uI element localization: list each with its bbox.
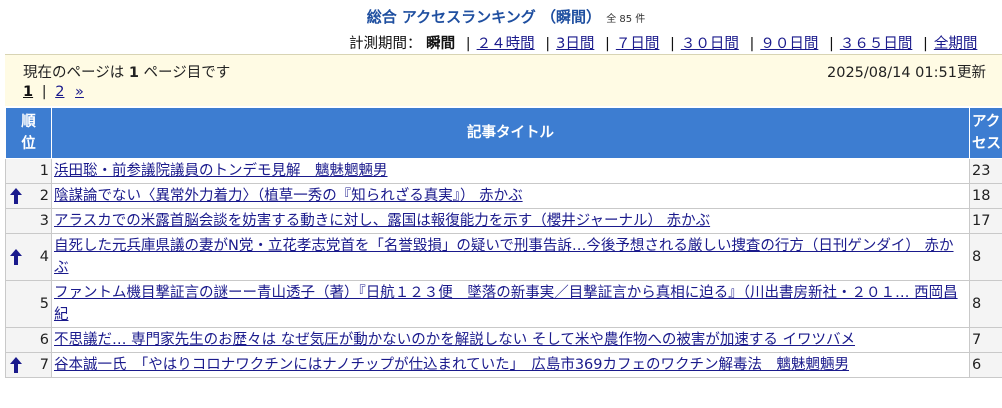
- access-count: 18: [969, 183, 1002, 209]
- access-count: 8: [969, 233, 1002, 281]
- rank-cell: 3: [5, 208, 52, 234]
- page-status-suffix: ページ目です: [138, 65, 231, 81]
- period-separator: |: [545, 36, 551, 52]
- rank-number: 4: [39, 249, 49, 265]
- article-title-link[interactable]: 陰謀論でない〈異常外力着力〉（植草一秀の『知られざる真実』） 赤かぶ: [54, 188, 523, 204]
- period-link-3d[interactable]: 3日間: [556, 36, 594, 52]
- rank-cell: 4: [5, 233, 52, 281]
- pager-next[interactable]: »: [75, 84, 84, 100]
- rank-up-arrow-icon: [10, 357, 22, 373]
- title-column-header: 記事タイトル: [51, 107, 970, 159]
- pager-page-2[interactable]: 2: [55, 84, 64, 100]
- table-row: 5 ファントム機目撃証言の謎ーー青山透子（著）『日航１２３便 墜落の新事実／目撃証…: [5, 280, 1002, 328]
- title-cell: 不思議だ… 専門家先生のお歴々は なぜ気圧が動かないのかを解説しない そして米や…: [51, 327, 970, 353]
- period-separator: |: [604, 36, 610, 52]
- access-count: 17: [969, 208, 1002, 234]
- rank-cell: 2: [5, 183, 52, 209]
- period-current: 瞬間: [426, 36, 456, 52]
- title-cell: 浜田聡・前参議院議員のトンデモ見解 魑魅魍魎男: [51, 158, 970, 184]
- rank-column-header: 順位: [5, 107, 52, 159]
- rank-number: 1: [39, 163, 49, 179]
- rank-cell: 1: [5, 158, 52, 184]
- article-title-link[interactable]: 不思議だ… 専門家先生のお歴々は なぜ気圧が動かないのかを解説しない そして米や…: [54, 332, 855, 348]
- article-title-link[interactable]: 浜田聡・前参議院議員のトンデモ見解 魑魅魍魎男: [54, 163, 388, 179]
- pager-separator: |: [41, 84, 47, 100]
- access-count: 8: [969, 280, 1002, 328]
- page-status-prefix: 現在のページは: [23, 65, 129, 81]
- ranking-table: 順位 記事タイトル アクセス 1 浜田聡・前参議院議員のトンデモ見解 魑魅魍魎男 2…: [5, 107, 1002, 378]
- total-count: 全 85 件: [606, 14, 646, 25]
- updated-timestamp: 2025/08/14 01:51更新: [827, 65, 986, 81]
- rank-cell: 7: [5, 352, 52, 378]
- title-cell: 陰謀論でない〈異常外力着力〉（植草一秀の『知られざる真実』） 赤かぶ: [51, 183, 970, 209]
- pager-current-page: 1: [23, 84, 34, 100]
- rank-header-label: 順位: [21, 114, 36, 152]
- rank-number: 5: [39, 296, 49, 312]
- access-column-header: アクセス: [969, 107, 1002, 159]
- table-row: 6 不思議だ… 専門家先生のお歴々は なぜ気圧が動かないのかを解説しない そして米…: [5, 327, 1002, 353]
- access-header-label: アクセス: [972, 114, 1001, 152]
- period-link-90d[interactable]: ９０日間: [760, 36, 818, 52]
- table-header-row: 順位 記事タイトル アクセス: [5, 107, 1002, 159]
- page-title: 総合 アクセスランキング （瞬間） 全 85 件: [0, 6, 1002, 27]
- table-row: 7 谷本誠一氏 「やはりコロナワクチンにはナノチップが仕込まれていた」 広島市36…: [5, 352, 1002, 378]
- period-separator: |: [922, 36, 928, 52]
- period-separator: |: [749, 36, 755, 52]
- rank-number: 2: [39, 188, 49, 204]
- period-separator: |: [669, 36, 675, 52]
- rank-number: 7: [39, 357, 49, 373]
- period-label: 計測期間：: [349, 36, 422, 52]
- access-count: 7: [969, 327, 1002, 353]
- table-row: 3 アラスカでの米露首脳会談を妨害する動きに対し、露国は報復能力を示す（櫻井ジャー…: [5, 208, 1002, 234]
- table-row: 2 陰謀論でない〈異常外力着力〉（植草一秀の『知られざる真実』） 赤かぶ 18: [5, 183, 1002, 209]
- rank-number: 6: [39, 332, 49, 348]
- article-title-link[interactable]: ファントム機目撃証言の謎ーー青山透子（著）『日航１２３便 墜落の新事実／目撃証言…: [54, 285, 958, 323]
- page-status: 現在のページは 1 ページ目です: [23, 61, 230, 82]
- page-info-box: 現在のページは 1 ページ目です 2025/08/14 01:51更新 1 | …: [5, 54, 1002, 106]
- rank-up-arrow-icon: [10, 249, 22, 265]
- article-title-link[interactable]: 自死した元兵庫県議の妻がN党・立花孝志党首を「名誉毀損」の疑いで刑事告訴…今後予…: [54, 238, 954, 276]
- period-link-30d[interactable]: ３０日間: [681, 36, 739, 52]
- article-title-link[interactable]: アラスカでの米露首脳会談を妨害する動きに対し、露国は報復能力を示す（櫻井ジャーナ…: [54, 213, 710, 229]
- table-row: 1 浜田聡・前参議院議員のトンデモ見解 魑魅魍魎男 23: [5, 158, 1002, 184]
- access-count: 23: [969, 158, 1002, 184]
- pagination: 1 | 2 »: [23, 84, 84, 100]
- rank-up-arrow-icon: [10, 188, 22, 204]
- rank-number: 3: [39, 213, 49, 229]
- period-selector: 計測期間： 瞬間 | ２４時間 | 3日間 | ７日間 | ３０日間 | ９０日間 | ３６…: [349, 32, 977, 53]
- period-link-all[interactable]: 全期間: [934, 36, 978, 52]
- table-row: 4 自死した元兵庫県議の妻がN党・立花孝志党首を「名誉毀損」の疑いで刑事告訴…今後…: [5, 233, 1002, 281]
- title-cell: 谷本誠一氏 「やはりコロナワクチンにはナノチップが仕込まれていた」 広島市369…: [51, 352, 970, 378]
- period-separator: |: [465, 36, 471, 52]
- period-separator: |: [828, 36, 834, 52]
- title-cell: アラスカでの米露首脳会談を妨害する動きに対し、露国は報復能力を示す（櫻井ジャーナ…: [51, 208, 970, 234]
- rank-cell: 6: [5, 327, 52, 353]
- title-cell: 自死した元兵庫県議の妻がN党・立花孝志党首を「名誉毀損」の疑いで刑事告訴…今後予…: [51, 233, 970, 281]
- access-count: 6: [969, 352, 1002, 378]
- period-link-24h[interactable]: ２４時間: [477, 36, 535, 52]
- ranking-title: 総合 アクセスランキング （瞬間）: [366, 8, 601, 26]
- rank-cell: 5: [5, 280, 52, 328]
- period-link-7d[interactable]: ７日間: [616, 36, 660, 52]
- article-title-link[interactable]: 谷本誠一氏 「やはりコロナワクチンにはナノチップが仕込まれていた」 広島市369…: [54, 357, 849, 373]
- page-status-number: 1: [128, 65, 139, 81]
- period-link-365d[interactable]: ３６５日間: [840, 36, 913, 52]
- title-cell: ファントム機目撃証言の謎ーー青山透子（著）『日航１２３便 墜落の新事実／目撃証言…: [51, 280, 970, 328]
